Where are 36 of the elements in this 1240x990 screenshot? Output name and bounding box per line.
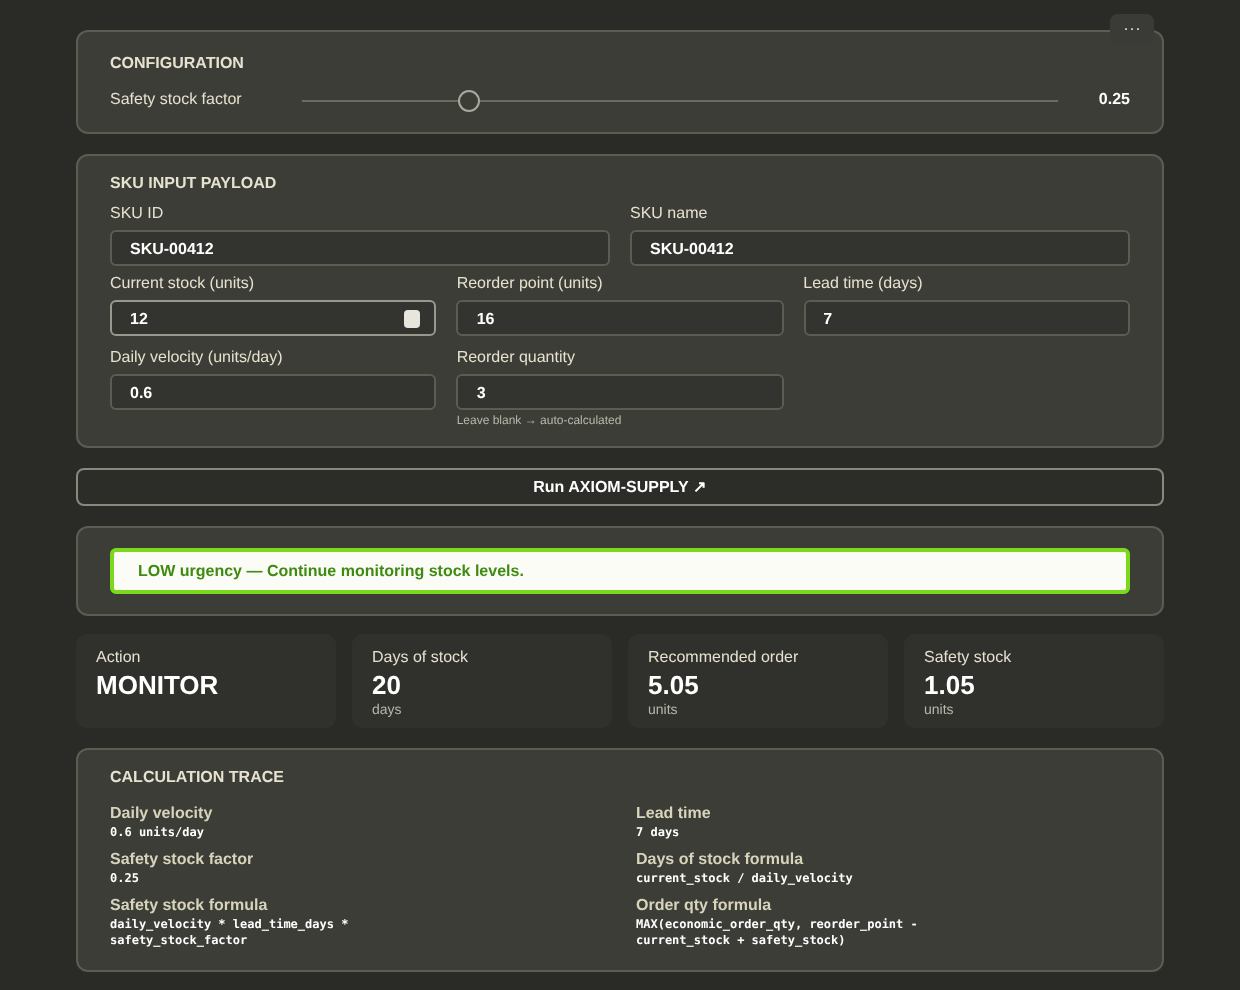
input-field[interactable]: 0.6 [110, 374, 437, 410]
section-title: CONFIGURATION [110, 52, 246, 76]
run-button[interactable]: Run AXIOM-SUPPLY ↗ [76, 468, 1164, 506]
stat-value: 1.05 [924, 670, 977, 702]
trace-label: Safety stock formula [110, 894, 270, 918]
stat-label: Recommended order [648, 646, 801, 670]
slider-label: Safety stock factor [110, 88, 244, 112]
trace-label: Daily velocity [110, 802, 215, 826]
slider-value: 0.25 [1096, 88, 1130, 112]
more-button[interactable]: ··· [1110, 14, 1154, 44]
field-label: Daily velocity (units/day) [110, 346, 285, 370]
stat-label: Days of stock [372, 646, 471, 670]
urgency-alert: LOW urgency — Continue monitoring stock levels. [110, 548, 1130, 594]
section-title: CALCULATION TRACE [110, 766, 286, 790]
stat-value: 20 [372, 670, 403, 702]
field-label: Reorder point (units) [456, 272, 605, 296]
field-label: SKU name [630, 202, 710, 226]
input-field[interactable]: 16 [456, 300, 784, 336]
input-field[interactable]: 12 [110, 300, 437, 336]
input-field[interactable]: SKU-00412 [110, 230, 610, 266]
input-field[interactable]: SKU-00412 [630, 230, 1130, 266]
field-label: Lead time (days) [803, 272, 925, 296]
stat-value: 5.05 [648, 670, 701, 702]
stat-label: Action [96, 646, 143, 670]
trace-label: Order qty formula [636, 894, 774, 918]
stat-label: Safety stock [924, 646, 1014, 670]
trace-label: Safety stock factor [110, 848, 256, 872]
stat-value: MONITOR [96, 670, 221, 702]
trace-label: Lead time [636, 802, 713, 826]
input-field[interactable]: 7 [803, 300, 1130, 336]
section-title: SKU INPUT PAYLOAD [110, 172, 279, 196]
input-field[interactable]: 3 [456, 374, 784, 410]
field-label: SKU ID [110, 202, 166, 226]
trace-label: Days of stock formula [636, 848, 806, 872]
field-label: Current stock (units) [110, 272, 257, 296]
field-label: Reorder quantity [456, 346, 577, 370]
